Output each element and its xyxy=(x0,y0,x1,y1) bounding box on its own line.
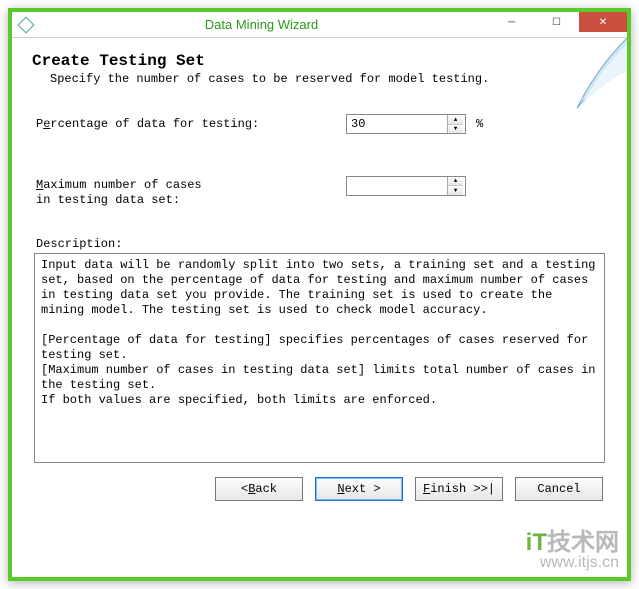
page-title: Create Testing Set xyxy=(32,52,607,70)
maximize-button[interactable]: ☐ xyxy=(534,12,579,32)
app-icon xyxy=(18,17,34,33)
button-row: < Back Next > Finish >>| Cancel xyxy=(32,477,607,501)
percentage-down-button[interactable]: ▼ xyxy=(448,125,463,134)
maxcases-up-button[interactable]: ▲ xyxy=(448,177,463,187)
description-textbox[interactable]: Input data will be randomly split into t… xyxy=(34,253,605,463)
percentage-row: Percentage of data for testing: ▲ ▼ % xyxy=(32,114,607,134)
back-button[interactable]: < Back xyxy=(215,477,303,501)
maxcases-row: Maximum number of cases in testing data … xyxy=(32,164,607,207)
minimize-button[interactable]: ─ xyxy=(489,12,534,32)
window-title: Data Mining Wizard xyxy=(34,17,489,32)
titlebar[interactable]: Data Mining Wizard ─ ☐ ✕ xyxy=(12,12,627,38)
percentage-up-button[interactable]: ▲ xyxy=(448,115,463,125)
wizard-graphic xyxy=(567,38,627,118)
percentage-label: Percentage of data for testing: xyxy=(36,117,346,131)
next-button[interactable]: Next > xyxy=(315,477,403,501)
client-area: Create Testing Set Specify the number of… xyxy=(12,38,627,577)
cancel-button[interactable]: Cancel xyxy=(515,477,603,501)
maxcases-spinner: ▲ ▼ xyxy=(346,176,466,196)
description-label: Description: xyxy=(32,237,607,251)
percentage-spinner: ▲ ▼ % xyxy=(346,114,483,134)
window-controls: ─ ☐ ✕ xyxy=(489,12,627,37)
close-button[interactable]: ✕ xyxy=(579,12,627,32)
finish-button[interactable]: Finish >>| xyxy=(415,477,503,501)
maxcases-down-button[interactable]: ▼ xyxy=(448,186,463,195)
window-frame: Data Mining Wizard ─ ☐ ✕ Create Testing … xyxy=(8,8,631,581)
page-subtitle: Specify the number of cases to be reserv… xyxy=(50,72,607,86)
percentage-unit: % xyxy=(476,117,483,131)
maxcases-input[interactable] xyxy=(347,177,447,195)
maxcases-label: Maximum number of cases in testing data … xyxy=(36,164,346,207)
percentage-input[interactable] xyxy=(347,115,447,133)
watermark: iT技术网 www.itjs.cn xyxy=(526,531,619,571)
